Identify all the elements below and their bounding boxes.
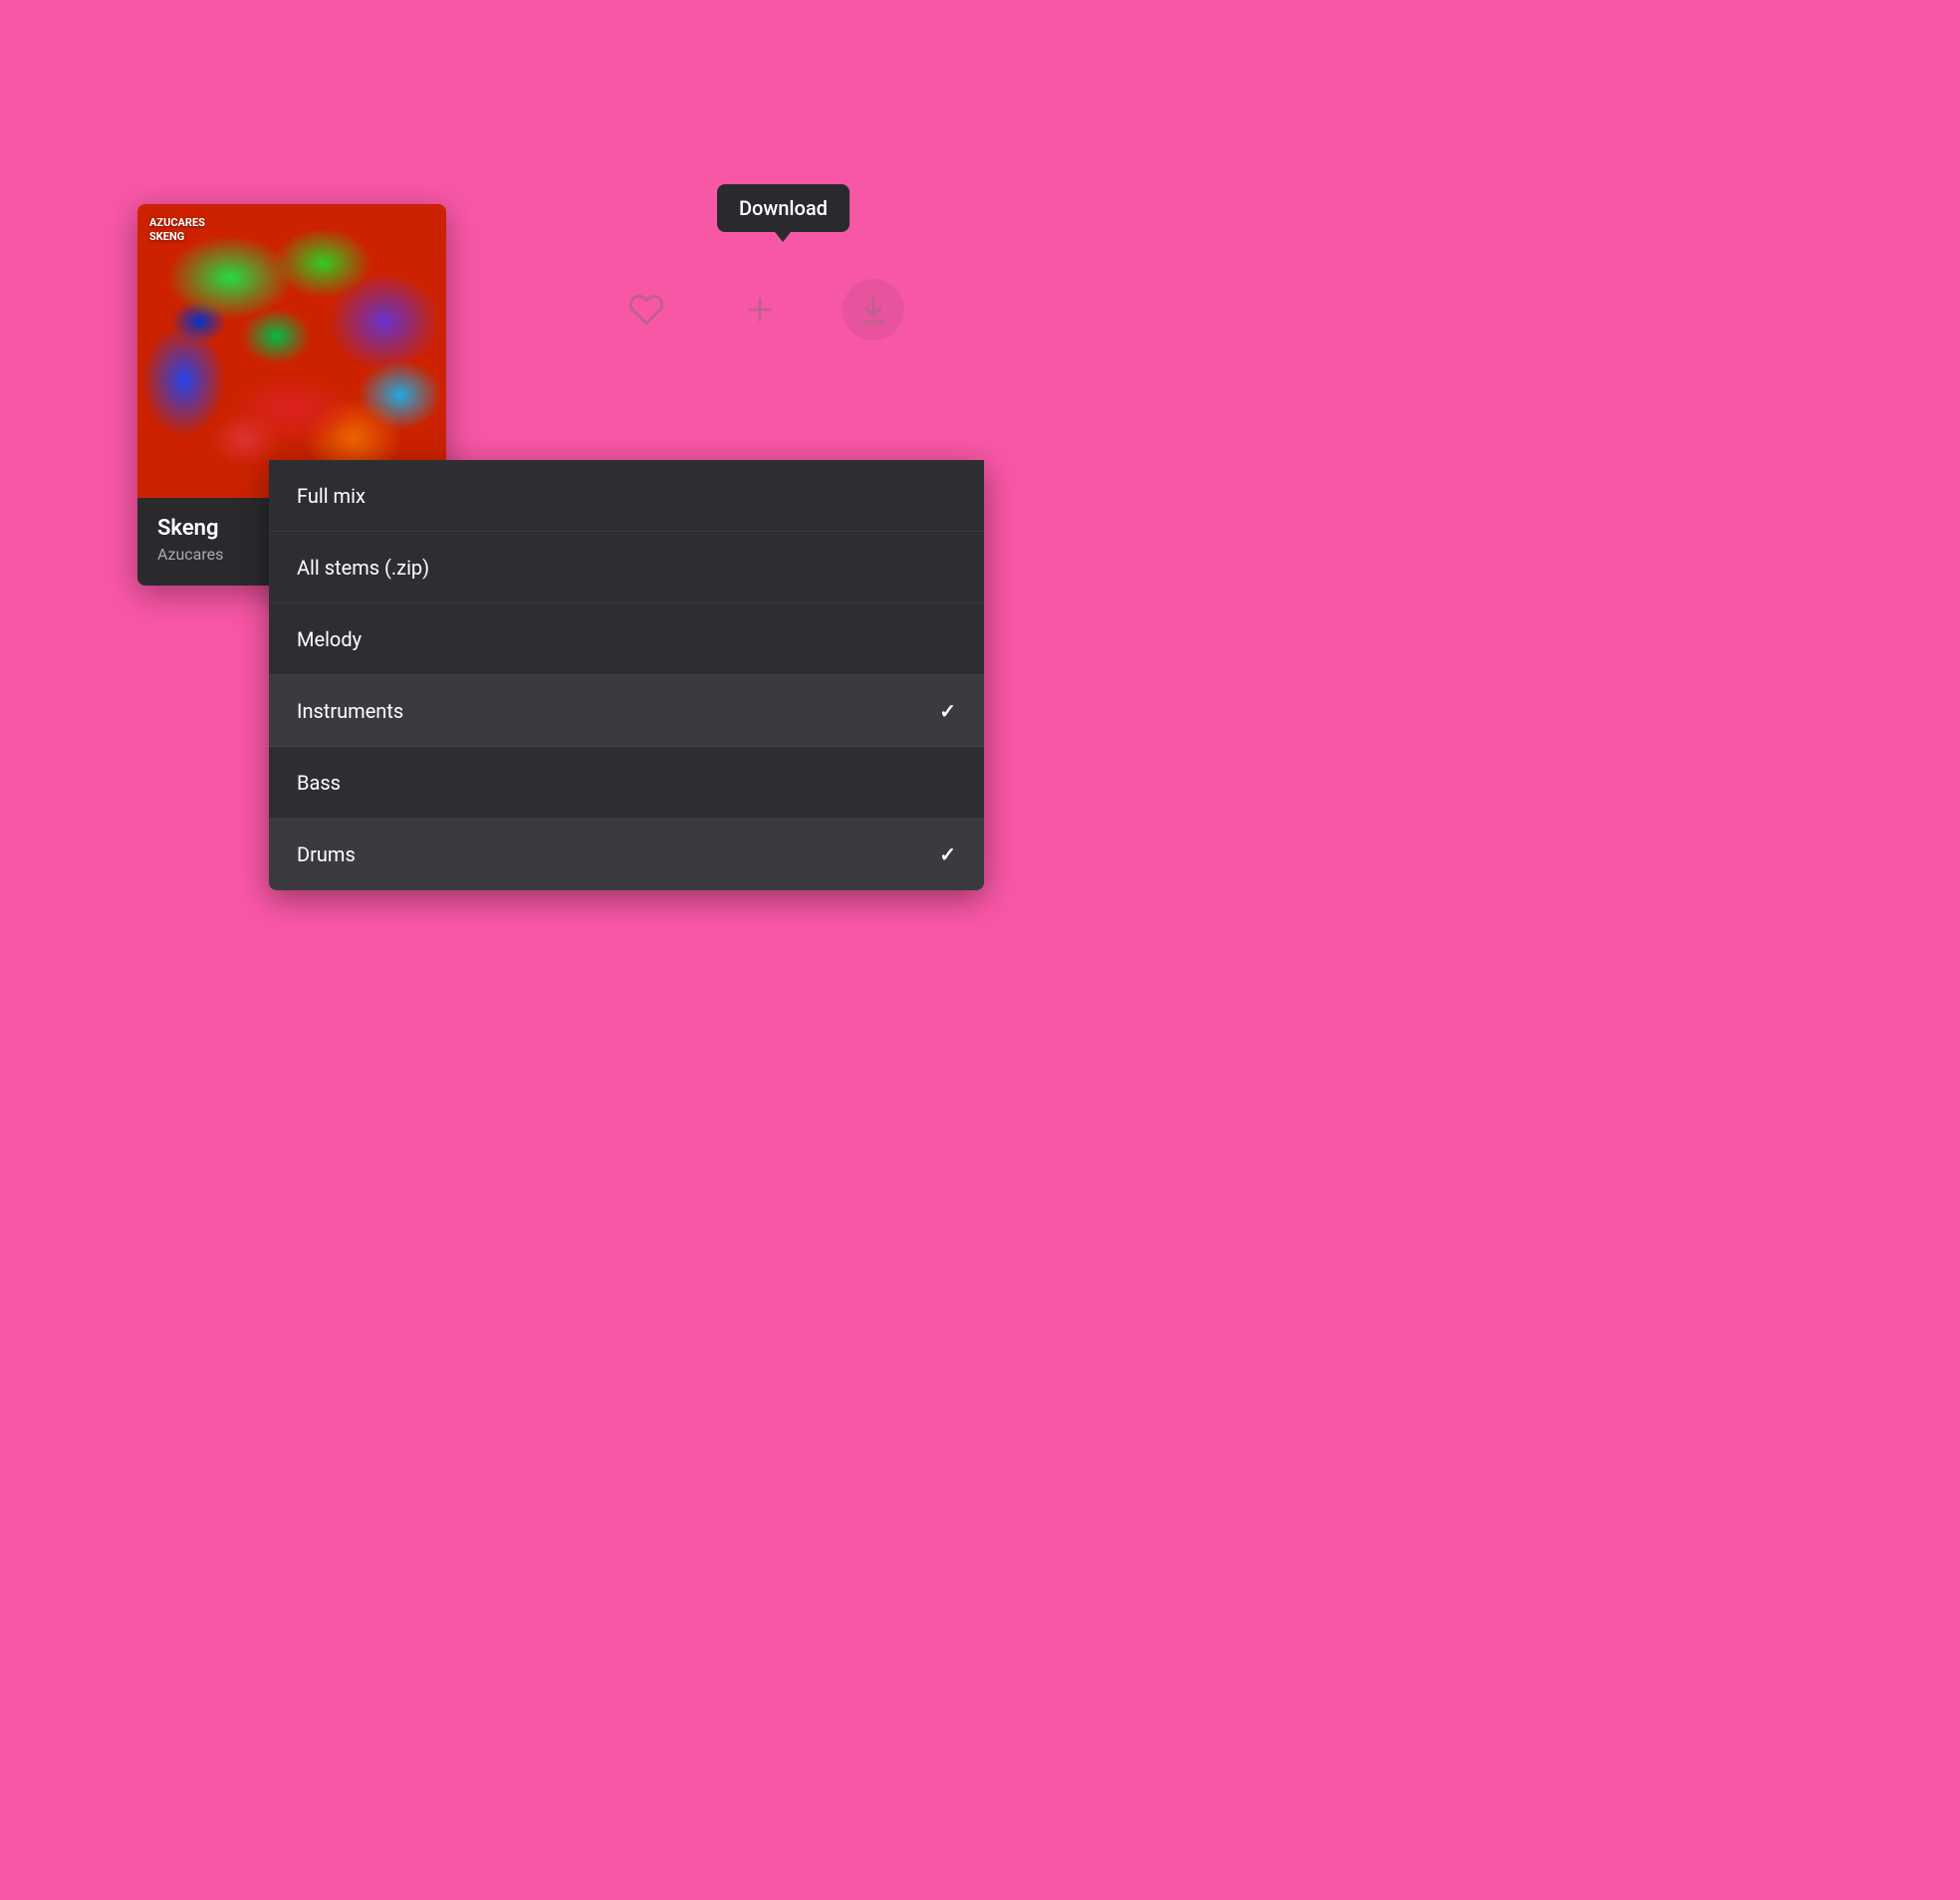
album-art-label: AZUCARES SKENG [149,216,205,245]
menu-item-full-mix[interactable]: Full mix [269,460,984,532]
menu-item-label: Bass [297,771,341,795]
menu-item-label: All stems (.zip) [297,556,429,580]
download-tooltip: Download [717,184,850,232]
menu-item-melody[interactable]: Melody [269,603,984,675]
checkmark-icon: ✓ [939,842,956,866]
action-icons-row [615,279,904,341]
heart-icon [628,292,664,328]
download-menu: Full mix All stems (.zip) Melody Instrument… [269,460,984,890]
menu-item-label: Instruments [297,699,403,723]
menu-item-all-stems-zip[interactable]: All stems (.zip) [269,532,984,603]
album-art: AZUCARES SKENG [137,204,446,498]
menu-item-label: Drums [297,842,356,866]
menu-item-drums[interactable]: Drums ✓ [269,819,984,890]
download-icon [856,292,891,328]
menu-item-label: Melody [297,627,362,651]
menu-item-bass[interactable]: Bass [269,747,984,819]
plus-icon [742,292,778,328]
menu-item-instruments[interactable]: Instruments ✓ [269,675,984,747]
download-button[interactable] [843,279,904,341]
menu-item-label: Full mix [297,484,366,508]
checkmark-icon: ✓ [939,699,956,723]
like-button[interactable] [615,279,677,341]
add-button[interactable] [729,279,791,341]
